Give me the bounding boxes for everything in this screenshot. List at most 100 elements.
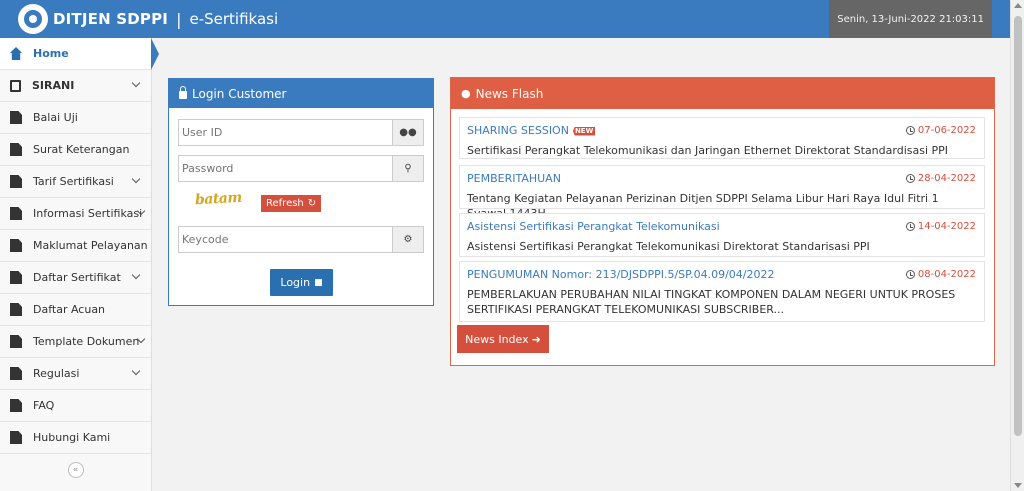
news-item: PEMBERITAHUAN 28-04-2022 Tentang Kegiata… (459, 165, 985, 220)
news-index-label: News Index (465, 332, 529, 346)
sidebar: Home SIRANI Balai Uji Surat Keterangan T… (0, 38, 159, 491)
brand-name: DITJEN SDPPI (53, 10, 169, 28)
document-icon (10, 271, 22, 284)
chevron-down-icon (131, 78, 141, 88)
comments-icon: ● (461, 87, 471, 100)
news-item-description: PEMBERLAKUAN PERUBAHAN NILAI TINGKAT KOM… (467, 288, 956, 316)
users-icon: ●● (392, 120, 423, 145)
news-item: SHARING SESSION NEW 07-06-2022 Sertifikas… (459, 117, 985, 159)
document-icon (10, 399, 22, 412)
news-item-description: Asistensi Sertifikasi Perangkat Telekomu… (467, 240, 870, 253)
news-item-date: 08-04-2022 (905, 269, 976, 280)
news-flash-header: ● News Flash (451, 78, 994, 109)
square-icon (10, 79, 21, 92)
document-icon (10, 367, 22, 380)
document-icon (10, 431, 22, 444)
scroll-up-icon[interactable] (1014, 3, 1022, 8)
arrow-right-icon: ➜ (531, 332, 541, 346)
key-icon: ⚲ (392, 156, 423, 181)
document-icon (10, 207, 22, 220)
login-label: Login (280, 276, 311, 289)
user-id-field: ●● (178, 119, 424, 146)
clock-icon (905, 174, 915, 183)
chevron-down-icon (131, 174, 141, 184)
sidebar-item-label: Home (33, 47, 69, 60)
sidebar-item-surat-keterangan[interactable]: Surat Keterangan (0, 134, 151, 166)
chevron-down-icon (131, 366, 141, 376)
sidebar-item-label: Daftar Acuan (33, 303, 106, 316)
clock-icon (905, 270, 915, 279)
news-item-date: 14-04-2022 (905, 221, 976, 232)
lock-icon (179, 85, 187, 99)
sidebar-item-daftar-sertifikat[interactable]: Daftar Sertifikat (0, 262, 151, 294)
sidebar-item-label: Balai Uji (33, 111, 78, 124)
chevron-down-icon (131, 270, 141, 280)
sidebar-item-informasi-sertifikasi[interactable]: Informasi Sertifikasi (0, 198, 151, 230)
refresh-label: Refresh (266, 198, 304, 209)
sidebar-item-label: SIRANI (32, 79, 75, 92)
double-chevron-left-icon[interactable]: « (67, 462, 84, 478)
unlock-icon: ■ (314, 277, 323, 288)
sidebar-item-regulasi[interactable]: Regulasi (0, 358, 151, 390)
top-header: DITJEN SDPPI | e-Sertifikasi Senin, 13-J… (0, 0, 1010, 38)
scroll-thumb[interactable] (1014, 16, 1022, 436)
sidebar-item-sirani[interactable]: SIRANI (0, 70, 151, 102)
sidebar-item-label: Maklumat Pelayanan (33, 239, 148, 252)
news-item-title-link[interactable]: PEMBERITAHUAN (467, 172, 977, 185)
sidebar-item-home[interactable]: Home (0, 38, 159, 70)
login-panel-header: Login Customer (169, 79, 433, 108)
login-button[interactable]: Login ■ (270, 269, 333, 296)
sidebar-item-label: Template Dokumen (33, 335, 140, 348)
app-name: e-Sertifikasi (189, 10, 279, 28)
keycode-input[interactable] (179, 227, 392, 252)
document-icon (10, 143, 22, 156)
brand-separator: | (176, 9, 182, 29)
login-panel: Login Customer ●● ⚲ batam Refresh ↻ ⚙ Lo… (168, 78, 434, 306)
kominfo-logo-icon (18, 4, 48, 34)
news-item: Asistensi Sertifikasi Perangkat Telekomu… (459, 213, 985, 257)
news-item-description: Sertifikasi Perangkat Telekomunikasi dan… (467, 144, 949, 157)
news-item-title-link[interactable]: SHARING SESSION (467, 124, 569, 137)
sidebar-item-balai-uji[interactable]: Balai Uji (0, 102, 151, 134)
document-icon (10, 335, 22, 348)
news-index-button[interactable]: News Index ➜ (457, 325, 549, 353)
login-panel-title: Login Customer (192, 86, 287, 101)
password-field: ⚲ (178, 155, 424, 182)
brand[interactable]: DITJEN SDPPI | e-Sertifikasi (0, 0, 278, 38)
sidebar-item-faq[interactable]: FAQ (0, 390, 151, 422)
scroll-down-icon[interactable] (1014, 483, 1022, 488)
news-flash-panel: ● News Flash SHARING SESSION NEW 07-06-20… (450, 77, 995, 366)
sidebar-item-daftar-acuan[interactable]: Daftar Acuan (0, 294, 151, 326)
vertical-scrollbar[interactable] (1010, 0, 1024, 491)
new-badge: NEW (572, 126, 596, 136)
document-icon (10, 175, 22, 188)
cogs-icon: ⚙ (392, 227, 423, 252)
refresh-captcha-button[interactable]: Refresh ↻ (261, 195, 322, 212)
sidebar-item-label: Regulasi (33, 367, 80, 380)
sidebar-item-label: Surat Keterangan (33, 143, 130, 156)
sidebar-item-tarif-sertifikasi[interactable]: Tarif Sertifikasi (0, 166, 151, 198)
sidebar-item-maklumat-pelayanan[interactable]: Maklumat Pelayanan (0, 230, 151, 262)
clock-icon (905, 126, 915, 135)
sidebar-item-label: Hubungi Kami (33, 431, 111, 444)
news-flash-title: News Flash (475, 86, 544, 101)
sidebar-item-label: Tarif Sertifikasi (33, 175, 114, 188)
home-icon (10, 47, 22, 60)
news-item: PENGUMUMAN Nomor: 213/DJSDPPI.5/SP.04.09… (459, 261, 985, 322)
sidebar-collapse-button[interactable]: « (0, 454, 151, 486)
news-item-title-link[interactable]: PENGUMUMAN Nomor: 213/DJSDPPI.5/SP.04.09… (467, 268, 977, 281)
news-item-title-link[interactable]: Asistensi Sertifikasi Perangkat Telekomu… (467, 220, 977, 233)
sidebar-item-template-dokumen[interactable]: Template Dokumen (0, 326, 151, 358)
document-icon (10, 111, 22, 124)
user-id-input[interactable] (179, 120, 392, 145)
keycode-field: ⚙ (178, 226, 424, 253)
sidebar-item-label: Daftar Sertifikat (33, 271, 121, 284)
password-input[interactable] (179, 156, 392, 181)
news-item-date: 28-04-2022 (905, 173, 976, 184)
sidebar-item-hubungi-kami[interactable]: Hubungi Kami (0, 422, 151, 454)
clock-icon (905, 222, 915, 231)
sidebar-item-label: Informasi Sertifikasi (33, 207, 143, 220)
datetime-display: Senin, 13-Juni-2022 21:03:11 (829, 0, 992, 38)
news-item-date: 07-06-2022 (905, 125, 976, 136)
document-icon (10, 303, 22, 316)
